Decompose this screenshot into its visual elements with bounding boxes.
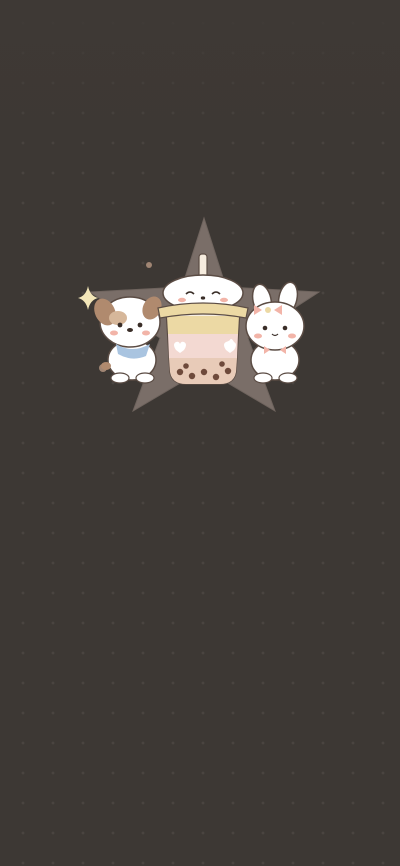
boba-cup-character bbox=[157, 253, 249, 385]
illustration bbox=[78, 216, 321, 413]
wallpaper bbox=[0, 0, 400, 866]
accent-dot bbox=[146, 262, 152, 268]
